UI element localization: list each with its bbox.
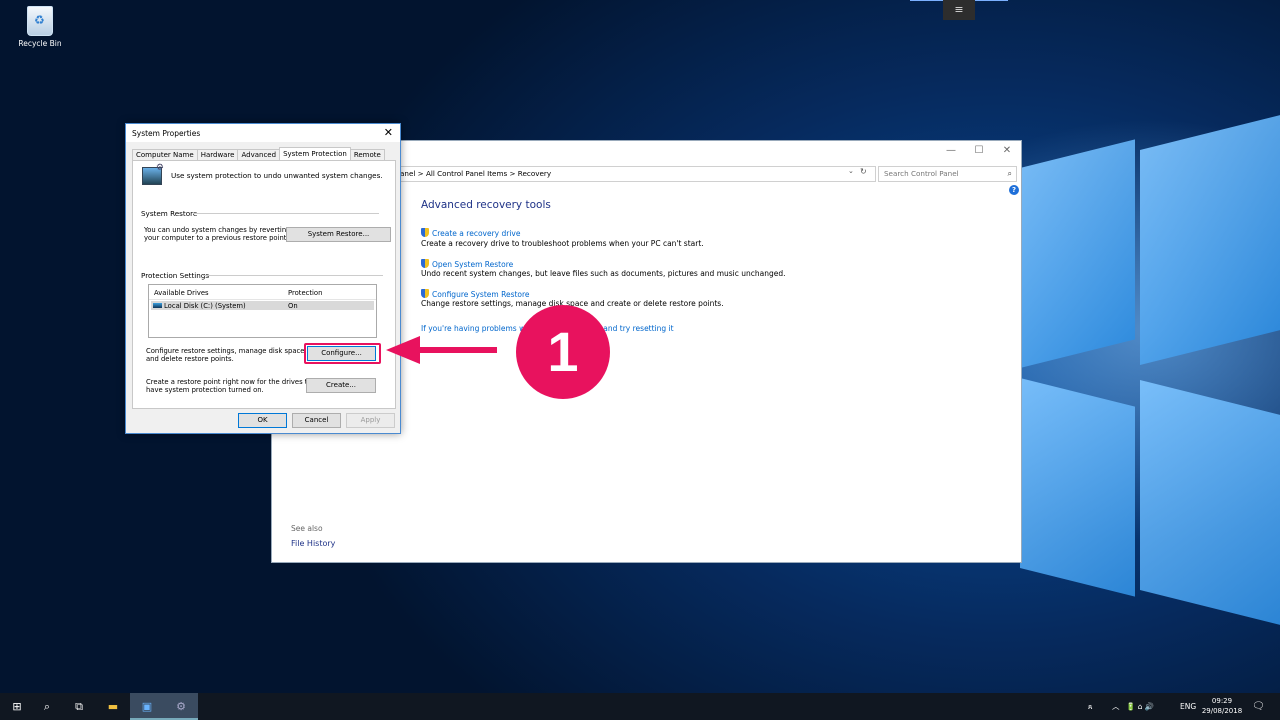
windows-logo-pane — [1140, 115, 1280, 365]
reset-pc-link-end[interactable]: s and try resetting it — [597, 324, 674, 333]
close-button[interactable]: ✕ — [993, 141, 1021, 163]
configure-button[interactable]: Configure... — [307, 346, 376, 361]
system-restore-button[interactable]: System Restore... — [286, 227, 391, 242]
drive-name: Local Disk (C:) (System) — [153, 302, 246, 310]
annotation-arrow-shaft — [418, 347, 497, 353]
close-icon[interactable]: ✕ — [384, 126, 393, 139]
column-header-drives[interactable]: Available Drives — [154, 289, 209, 297]
system-properties-dialog: System Properties ✕ Computer Name Hardwa… — [125, 123, 401, 434]
system-restore-note: You can undo system changes by reverting… — [144, 226, 291, 242]
intro-text: Use system protection to undo unwanted s… — [171, 171, 383, 180]
shield-icon — [421, 228, 429, 237]
apply-button[interactable]: Apply — [346, 413, 395, 428]
system-protection-icon — [142, 163, 164, 185]
help-icon[interactable]: ? — [1009, 185, 1019, 195]
recycle-bin-icon — [27, 6, 53, 36]
recycle-bin-shortcut[interactable]: Recycle Bin — [14, 6, 66, 48]
search-placeholder: Search Control Panel — [884, 169, 959, 178]
header-divider — [149, 299, 376, 300]
shield-icon — [421, 259, 429, 268]
chevron-down-icon[interactable]: ⌄ — [848, 167, 854, 175]
task-view-icon[interactable]: ⧉ — [62, 693, 96, 720]
create-recovery-drive-desc: Create a recovery drive to troubleshoot … — [421, 239, 704, 248]
clock[interactable]: 09:29 29/08/2018 — [1199, 696, 1245, 716]
chevron-up-icon[interactable]: ︿ — [1112, 693, 1120, 720]
annotation-arrow-head — [386, 336, 420, 364]
dialog-titlebar: System Properties ✕ — [126, 124, 400, 142]
file-explorer-icon[interactable]: ▬ — [96, 693, 130, 720]
see-also-label: See also — [291, 524, 323, 533]
reset-pc-link-start[interactable]: If you're having problems wit — [421, 324, 530, 333]
page-title: Advanced recovery tools — [421, 199, 551, 211]
taskbar: ⊞ ⌕ ⧉ ▬ ▣ ⚙ ጸ ︿ 🔋 ⌂ 🔊 ENG 09:29 29/08/20… — [0, 693, 1280, 720]
address-bar[interactable]: anel > All Control Panel Items > Recover… — [397, 166, 876, 182]
notification-icon[interactable]: 🗨 — [1252, 693, 1265, 720]
minimize-button[interactable]: — — [937, 141, 965, 163]
search-icon[interactable]: ⌕ — [30, 693, 64, 720]
create-button[interactable]: Create... — [306, 378, 376, 393]
create-note: Create a restore point right now for the… — [146, 378, 319, 394]
file-history-link[interactable]: File History — [291, 539, 335, 548]
window-controls: — ☐ ✕ — [937, 141, 1021, 163]
open-system-restore-desc: Undo recent system changes, but leave fi… — [421, 269, 786, 278]
open-system-restore-link[interactable]: Open System Restore — [421, 259, 513, 269]
cancel-button[interactable]: Cancel — [292, 413, 341, 428]
clock-time: 09:29 — [1211, 697, 1233, 705]
divider — [203, 275, 383, 276]
configure-note: Configure restore settings, manage disk … — [146, 347, 307, 363]
top-menu-icon[interactable]: ≡ — [943, 0, 975, 20]
maximize-button[interactable]: ☐ — [965, 141, 993, 163]
shield-icon — [421, 289, 429, 298]
protection-settings-group-label: Protection Settings — [141, 271, 210, 280]
system-restore-group-label: System Restore — [141, 209, 198, 218]
people-icon[interactable]: ጸ — [1088, 693, 1092, 720]
create-recovery-drive-link[interactable]: Create a recovery drive — [421, 228, 520, 238]
windows-logo-pane — [1020, 139, 1135, 368]
drive-icon — [153, 303, 162, 308]
column-header-protection[interactable]: Protection — [288, 289, 322, 297]
ok-button[interactable]: OK — [238, 413, 287, 428]
tray-status-icons[interactable]: 🔋 ⌂ 🔊 — [1126, 693, 1154, 720]
step-number-badge: 1 — [516, 305, 610, 399]
tab-system-protection[interactable]: System Protection — [279, 147, 351, 161]
windows-start-icon[interactable]: ⊞ — [0, 693, 34, 720]
system-protection-page: Use system protection to undo unwanted s… — [132, 160, 396, 409]
windows-logo-pane — [1140, 380, 1280, 625]
divider — [193, 213, 379, 214]
refresh-icon[interactable]: ↻ — [860, 167, 867, 176]
drive-protection: On — [288, 302, 298, 310]
system-properties-icon[interactable]: ⚙ — [164, 693, 198, 720]
recycle-bin-label: Recycle Bin — [18, 39, 62, 48]
configure-system-restore-link[interactable]: Configure System Restore — [421, 289, 530, 299]
dialog-title: System Properties — [132, 129, 201, 138]
windows-logo-pane — [1020, 378, 1135, 597]
search-input[interactable]: Search Control Panel ⌕ — [878, 166, 1017, 182]
drives-list[interactable]: Available Drives Protection Local Disk (… — [148, 284, 377, 338]
language-indicator[interactable]: ENG — [1180, 693, 1196, 720]
search-icon: ⌕ — [1007, 169, 1012, 178]
control-panel-icon[interactable]: ▣ — [130, 693, 164, 720]
clock-date: 29/08/2018 — [1201, 707, 1243, 715]
